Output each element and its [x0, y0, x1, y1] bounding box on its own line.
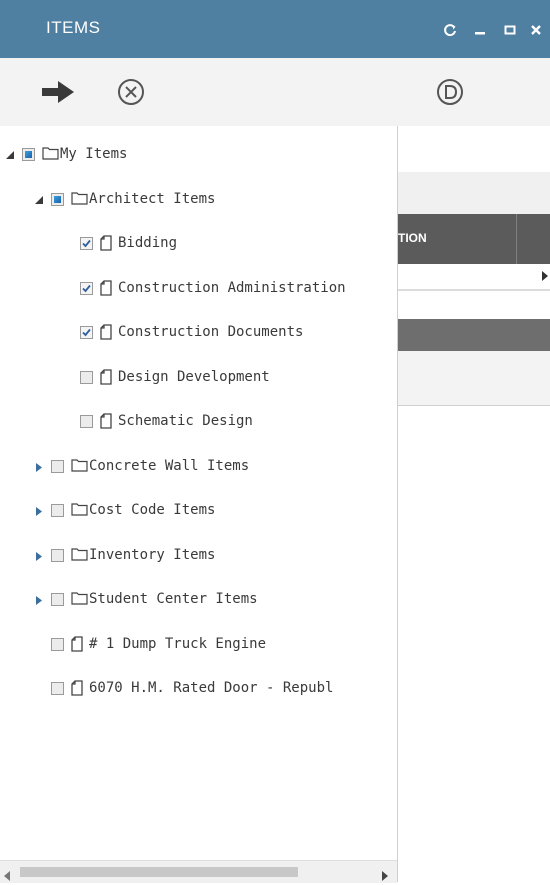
- tree-node[interactable]: # 1 Dump Truck Engine: [0, 631, 397, 659]
- node-label: Design Development: [118, 369, 270, 385]
- tree-node[interactable]: Inventory Items: [0, 542, 397, 570]
- tree-node[interactable]: Concrete Wall Items: [0, 453, 397, 481]
- node-label: Inventory Items: [89, 547, 216, 563]
- node-label: Bidding: [118, 235, 178, 251]
- tree-node[interactable]: Schematic Design: [0, 408, 397, 436]
- tree-node[interactable]: Cost Code Items: [0, 497, 397, 525]
- node-checkbox[interactable]: [51, 460, 64, 473]
- folder-icon: [71, 547, 88, 561]
- items-tree-panel: My Items Architect Items Bidding Constructi…: [0, 126, 398, 882]
- folder-icon: [71, 458, 88, 472]
- document-icon: [100, 369, 112, 385]
- node-checkbox[interactable]: [51, 638, 64, 651]
- node-checkbox[interactable]: [80, 326, 93, 339]
- document-icon: [71, 680, 83, 696]
- node-checkbox[interactable]: [80, 371, 93, 384]
- node-checkbox[interactable]: [22, 148, 35, 161]
- node-checkbox[interactable]: [51, 549, 64, 562]
- minimize-icon[interactable]: [472, 22, 488, 38]
- folder-icon: [71, 191, 88, 205]
- node-checkbox[interactable]: [80, 415, 93, 428]
- node-label: Student Center Items: [89, 591, 258, 607]
- cancel-button[interactable]: [113, 76, 149, 112]
- tree-node[interactable]: Design Development: [0, 364, 397, 392]
- folder-icon: [42, 146, 59, 160]
- d-button[interactable]: [432, 76, 468, 112]
- node-checkbox[interactable]: [80, 237, 93, 250]
- grid-header: TION: [398, 214, 550, 264]
- scroll-right-icon[interactable]: [382, 866, 388, 885]
- grid-divider: [398, 289, 550, 291]
- collapsed-triangle-icon[interactable]: [34, 462, 44, 472]
- tree-node[interactable]: My Items: [0, 141, 397, 169]
- maximize-icon[interactable]: [502, 22, 518, 38]
- node-label: Schematic Design: [118, 413, 253, 429]
- node-label: Concrete Wall Items: [89, 458, 250, 474]
- title-bar: ITEMS: [0, 0, 550, 58]
- collapsed-triangle-icon[interactable]: [34, 551, 44, 561]
- document-icon: [100, 413, 112, 429]
- node-label: Architect Items: [89, 191, 216, 207]
- cancel-circle-icon: [117, 78, 145, 110]
- document-icon: [100, 280, 112, 296]
- grid-row-selected[interactable]: [398, 319, 550, 351]
- tree-node[interactable]: Student Center Items: [0, 586, 397, 614]
- node-label: Construction Documents: [118, 324, 304, 340]
- tree-node[interactable]: 6070 H.M. Rated Door - Republ: [0, 675, 397, 703]
- window-title: ITEMS: [46, 18, 101, 37]
- node-label: 6070 H.M. Rated Door - Republ: [89, 680, 334, 696]
- grid-toolbar-strip: [398, 172, 550, 215]
- node-checkbox[interactable]: [51, 504, 64, 517]
- folder-icon: [71, 502, 88, 516]
- collapsed-triangle-icon[interactable]: [34, 506, 44, 516]
- collapsed-triangle-icon[interactable]: [34, 595, 44, 605]
- document-icon: [100, 324, 112, 340]
- horizontal-scrollbar[interactable]: [0, 860, 397, 883]
- expanded-triangle-icon[interactable]: [5, 150, 15, 160]
- tree-node[interactable]: Bidding: [0, 230, 397, 258]
- folder-icon: [71, 591, 88, 605]
- grid-row[interactable]: [398, 351, 550, 406]
- scroll-left-icon[interactable]: [4, 866, 10, 885]
- tree-node[interactable]: Architect Items: [0, 186, 397, 214]
- tree-node[interactable]: Construction Documents: [0, 319, 397, 347]
- toolbar: [0, 58, 550, 126]
- d-circle-icon: [436, 78, 464, 110]
- grid-header-separator: [516, 214, 517, 264]
- scrollbar-thumb[interactable]: [20, 867, 298, 877]
- node-label: Construction Administration: [118, 280, 346, 296]
- refresh-icon[interactable]: [442, 22, 458, 38]
- scroll-right-arrow-icon[interactable]: [540, 264, 550, 288]
- document-icon: [100, 235, 112, 251]
- node-checkbox[interactable]: [80, 282, 93, 295]
- node-checkbox[interactable]: [51, 593, 64, 606]
- expanded-triangle-icon[interactable]: [34, 195, 44, 205]
- node-label: Cost Code Items: [89, 502, 216, 518]
- close-icon[interactable]: [528, 22, 544, 38]
- tree-node[interactable]: Construction Administration: [0, 275, 397, 303]
- arrow-right-icon: [41, 80, 75, 108]
- grid-header-label: TION: [398, 231, 427, 245]
- node-label: # 1 Dump Truck Engine: [89, 636, 267, 652]
- move-right-button[interactable]: [40, 76, 76, 112]
- node-checkbox[interactable]: [51, 682, 64, 695]
- document-icon: [71, 636, 83, 652]
- node-label: My Items: [60, 146, 128, 162]
- node-checkbox[interactable]: [51, 193, 64, 206]
